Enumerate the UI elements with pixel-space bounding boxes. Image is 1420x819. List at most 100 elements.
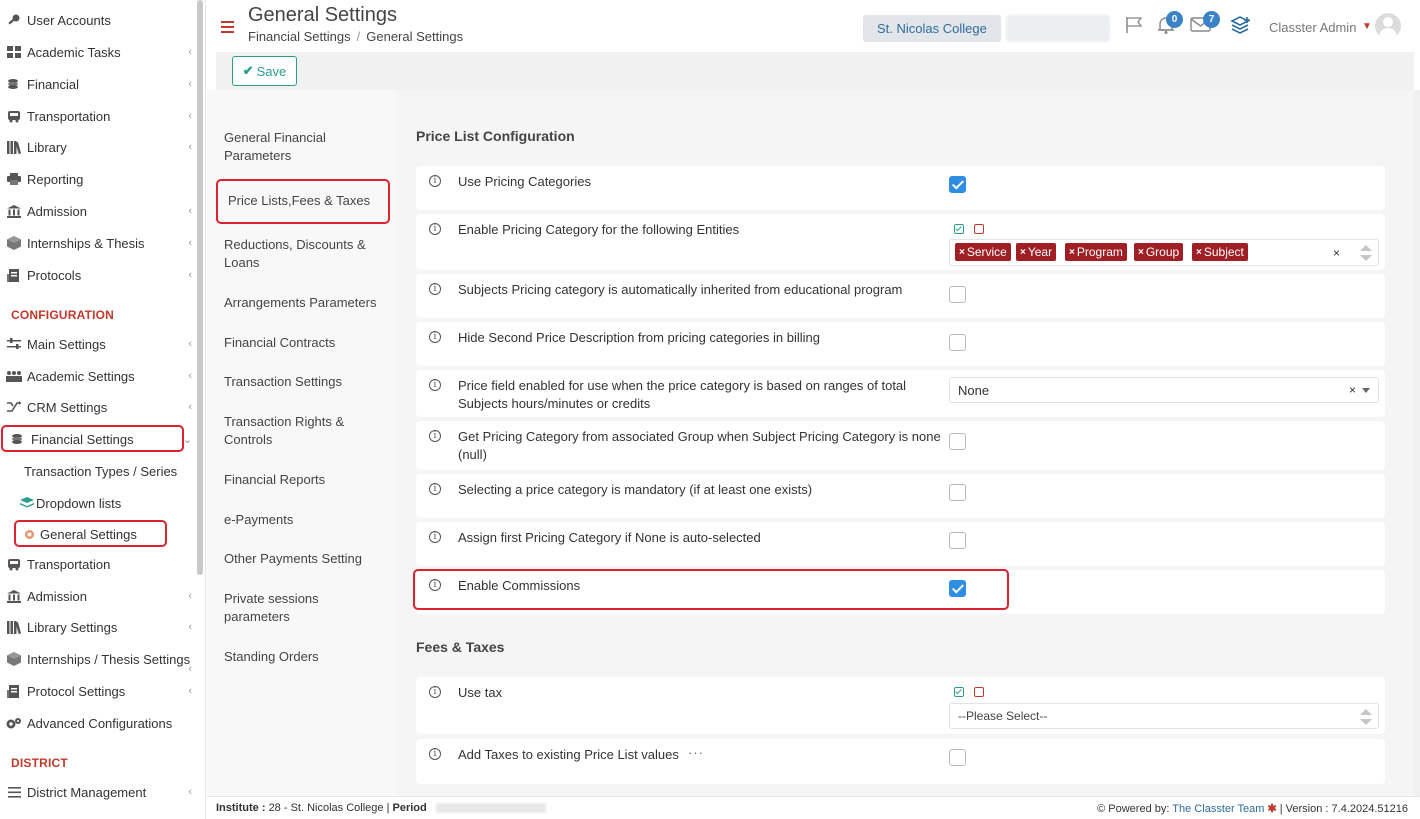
use-pricing-categories-checkbox[interactable] [949, 176, 966, 193]
sidebar-item-financial[interactable]: Financial ‹ [0, 70, 200, 98]
more-options-icon[interactable]: ··· [688, 745, 704, 760]
spinner-icon[interactable] [1360, 243, 1372, 263]
subnav-item-transaction-rights-controls[interactable]: Transaction Rights & Controls [224, 413, 364, 449]
subnav-item-general-financial-parameters[interactable]: General Financial Parameters [224, 129, 374, 165]
pricing-entities-multiselect[interactable]: × Service × Year × Program × Group × Subject … [949, 239, 1379, 266]
select-placeholder: --Please Select-- [958, 709, 1048, 723]
toolbar: ✔ Save [216, 52, 1414, 90]
tag-label: Program [1076, 245, 1123, 259]
subnav-item-e-payments[interactable]: e-Payments [224, 511, 389, 529]
assign-first-pricing-checkbox[interactable] [949, 532, 966, 549]
select-all-icon[interactable] [954, 224, 964, 234]
select-none-icon[interactable] [974, 687, 984, 697]
user-menu-name[interactable]: Classter Admin [1269, 20, 1356, 35]
setting-label: Use tax [458, 685, 503, 700]
hamburger-menu-icon[interactable] [221, 20, 234, 38]
remove-tag-icon[interactable]: × [1069, 247, 1075, 258]
sidebar-item-main-settings[interactable]: Main Settings ‹ [0, 330, 200, 358]
remove-tag-icon[interactable]: × [1020, 247, 1026, 258]
subnav-item-financial-contracts[interactable]: Financial Contracts [224, 334, 389, 352]
tag-year[interactable]: × Year [1016, 243, 1057, 261]
spinner-icon[interactable] [1360, 707, 1372, 727]
remove-tag-icon[interactable]: × [1196, 247, 1202, 258]
setting-row-use-tax: i Use tax --Please Select-- [416, 677, 1385, 734]
sidebar-item-internships-thesis[interactable]: Internships & Thesis ‹ [0, 229, 200, 257]
sidebar-item-library[interactable]: Library ‹ [0, 133, 200, 161]
sidebar-item-academic-tasks[interactable]: Academic Tasks ‹ [0, 38, 200, 66]
remove-tag-icon[interactable]: × [959, 247, 965, 258]
footer-team-link[interactable]: The Classter Team [1172, 803, 1264, 815]
info-icon[interactable]: i [429, 379, 441, 391]
sidebar-item-admission[interactable]: Admission ‹ [0, 197, 200, 225]
select-all-icon[interactable] [954, 687, 964, 697]
sidebar-item-admission-settings[interactable]: Admission ‹ [0, 582, 200, 610]
top-header: General Settings Financial Settings / Gene… [207, 0, 1420, 52]
sidebar-item-reporting[interactable]: Reporting [0, 165, 200, 193]
hide-second-price-checkbox[interactable] [949, 334, 966, 351]
subnav-item-transaction-settings[interactable]: Transaction Settings [224, 373, 389, 391]
sidebar-item-transportation[interactable]: Transportation ‹ [0, 102, 200, 130]
setting-row-price-category-mandatory: i Selecting a price category is mandator… [416, 474, 1385, 518]
select-none-icon[interactable] [974, 224, 984, 234]
flag-icon[interactable] [1125, 16, 1143, 39]
price-category-mandatory-checkbox[interactable] [949, 484, 966, 501]
sidebar-item-district-management[interactable]: District Management ‹ [0, 778, 200, 806]
sidebar-item-crm-settings[interactable]: CRM Settings ‹ [0, 393, 200, 421]
setting-row-hide-second-price-description: i Hide Second Price Description from pri… [416, 322, 1385, 366]
clear-icon[interactable]: × [1349, 383, 1356, 397]
info-icon[interactable]: i [429, 283, 441, 295]
caret-down-icon[interactable] [1362, 388, 1370, 393]
save-button[interactable]: ✔ Save [232, 56, 297, 86]
page-scrollbar[interactable] [1414, 90, 1420, 796]
sidebar-item-label: CRM Settings [27, 399, 108, 415]
sidebar-item-label: Admission [27, 203, 87, 219]
use-tax-select[interactable]: --Please Select-- [949, 703, 1379, 729]
tag-subject[interactable]: × Subject [1192, 243, 1248, 261]
subnav-item-financial-reports[interactable]: Financial Reports [224, 471, 389, 489]
subnav-item-arrangements-parameters[interactable]: Arrangements Parameters [224, 294, 389, 312]
subnav-item-other-payments-setting[interactable]: Other Payments Setting [224, 550, 389, 568]
setting-row-assign-first-pricing-category: i Assign first Pricing Category if None … [416, 522, 1385, 566]
info-icon[interactable]: i [429, 748, 441, 760]
avatar[interactable] [1375, 13, 1401, 39]
add-taxes-checkbox[interactable] [949, 749, 966, 766]
sidebar-item-label: Library Settings [27, 619, 118, 635]
sidebar-item-transportation-settings[interactable]: Transportation [0, 550, 200, 578]
info-icon[interactable]: i [429, 531, 441, 543]
layers-add-icon[interactable] [1230, 16, 1252, 41]
tag-service[interactable]: × Service [955, 243, 1011, 261]
sidebar-item-protocols[interactable]: Protocols ‹ [0, 261, 200, 289]
sidebar-item-user-accounts[interactable]: User Accounts [0, 6, 200, 34]
subjects-pricing-inherited-checkbox[interactable] [949, 286, 966, 303]
pricing-from-group-checkbox[interactable] [949, 433, 966, 450]
section-title-price-list: Price List Configuration [416, 128, 575, 144]
clear-icon[interactable]: × [1333, 246, 1340, 260]
tag-group[interactable]: × Group [1134, 243, 1184, 261]
remove-tag-icon[interactable]: × [1138, 247, 1144, 258]
sidebar-item-advanced-configurations[interactable]: Advanced Configurations [0, 709, 200, 737]
sidebar-item-internships-thesis-settings[interactable]: Internships / Thesis Settings ‹ [0, 645, 200, 675]
info-icon[interactable]: i [429, 331, 441, 343]
breadcrumb-item: General Settings [366, 29, 464, 44]
period-selector[interactable] [1006, 15, 1110, 42]
institute-selector[interactable]: St. Nicolas College [863, 15, 1001, 42]
sidebar-subitem-transaction-types[interactable]: Transaction Types / Series [24, 458, 177, 484]
highlight-price-lists [216, 179, 390, 224]
sidebar-item-protocol-settings[interactable]: Protocol Settings ‹ [0, 677, 200, 705]
sidebar-subitem-dropdown-lists[interactable]: Dropdown lists [20, 490, 121, 516]
breadcrumb-item[interactable]: Financial Settings [248, 29, 351, 44]
info-icon[interactable]: i [429, 223, 441, 235]
sidebar-item-library-settings[interactable]: Library Settings ‹ [0, 613, 200, 641]
subnav-item-reductions-discounts-loans[interactable]: Reductions, Discounts & Loans [224, 236, 379, 272]
chevron-left-icon: ‹ [188, 685, 192, 697]
price-field-select[interactable]: None × [949, 377, 1379, 403]
info-icon[interactable]: i [429, 483, 441, 495]
tag-program[interactable]: × Program [1065, 243, 1127, 261]
info-icon[interactable]: i [429, 430, 441, 442]
sidebar-item-academic-settings[interactable]: Academic Settings ‹ [0, 362, 200, 390]
info-icon[interactable]: i [429, 686, 441, 698]
subnav-item-private-sessions-parameters[interactable]: Private sessions parameters [224, 590, 344, 626]
info-icon[interactable]: i [429, 175, 441, 187]
subnav-item-standing-orders[interactable]: Standing Orders [224, 648, 389, 666]
caret-down-icon[interactable]: ▼ [1362, 21, 1372, 32]
